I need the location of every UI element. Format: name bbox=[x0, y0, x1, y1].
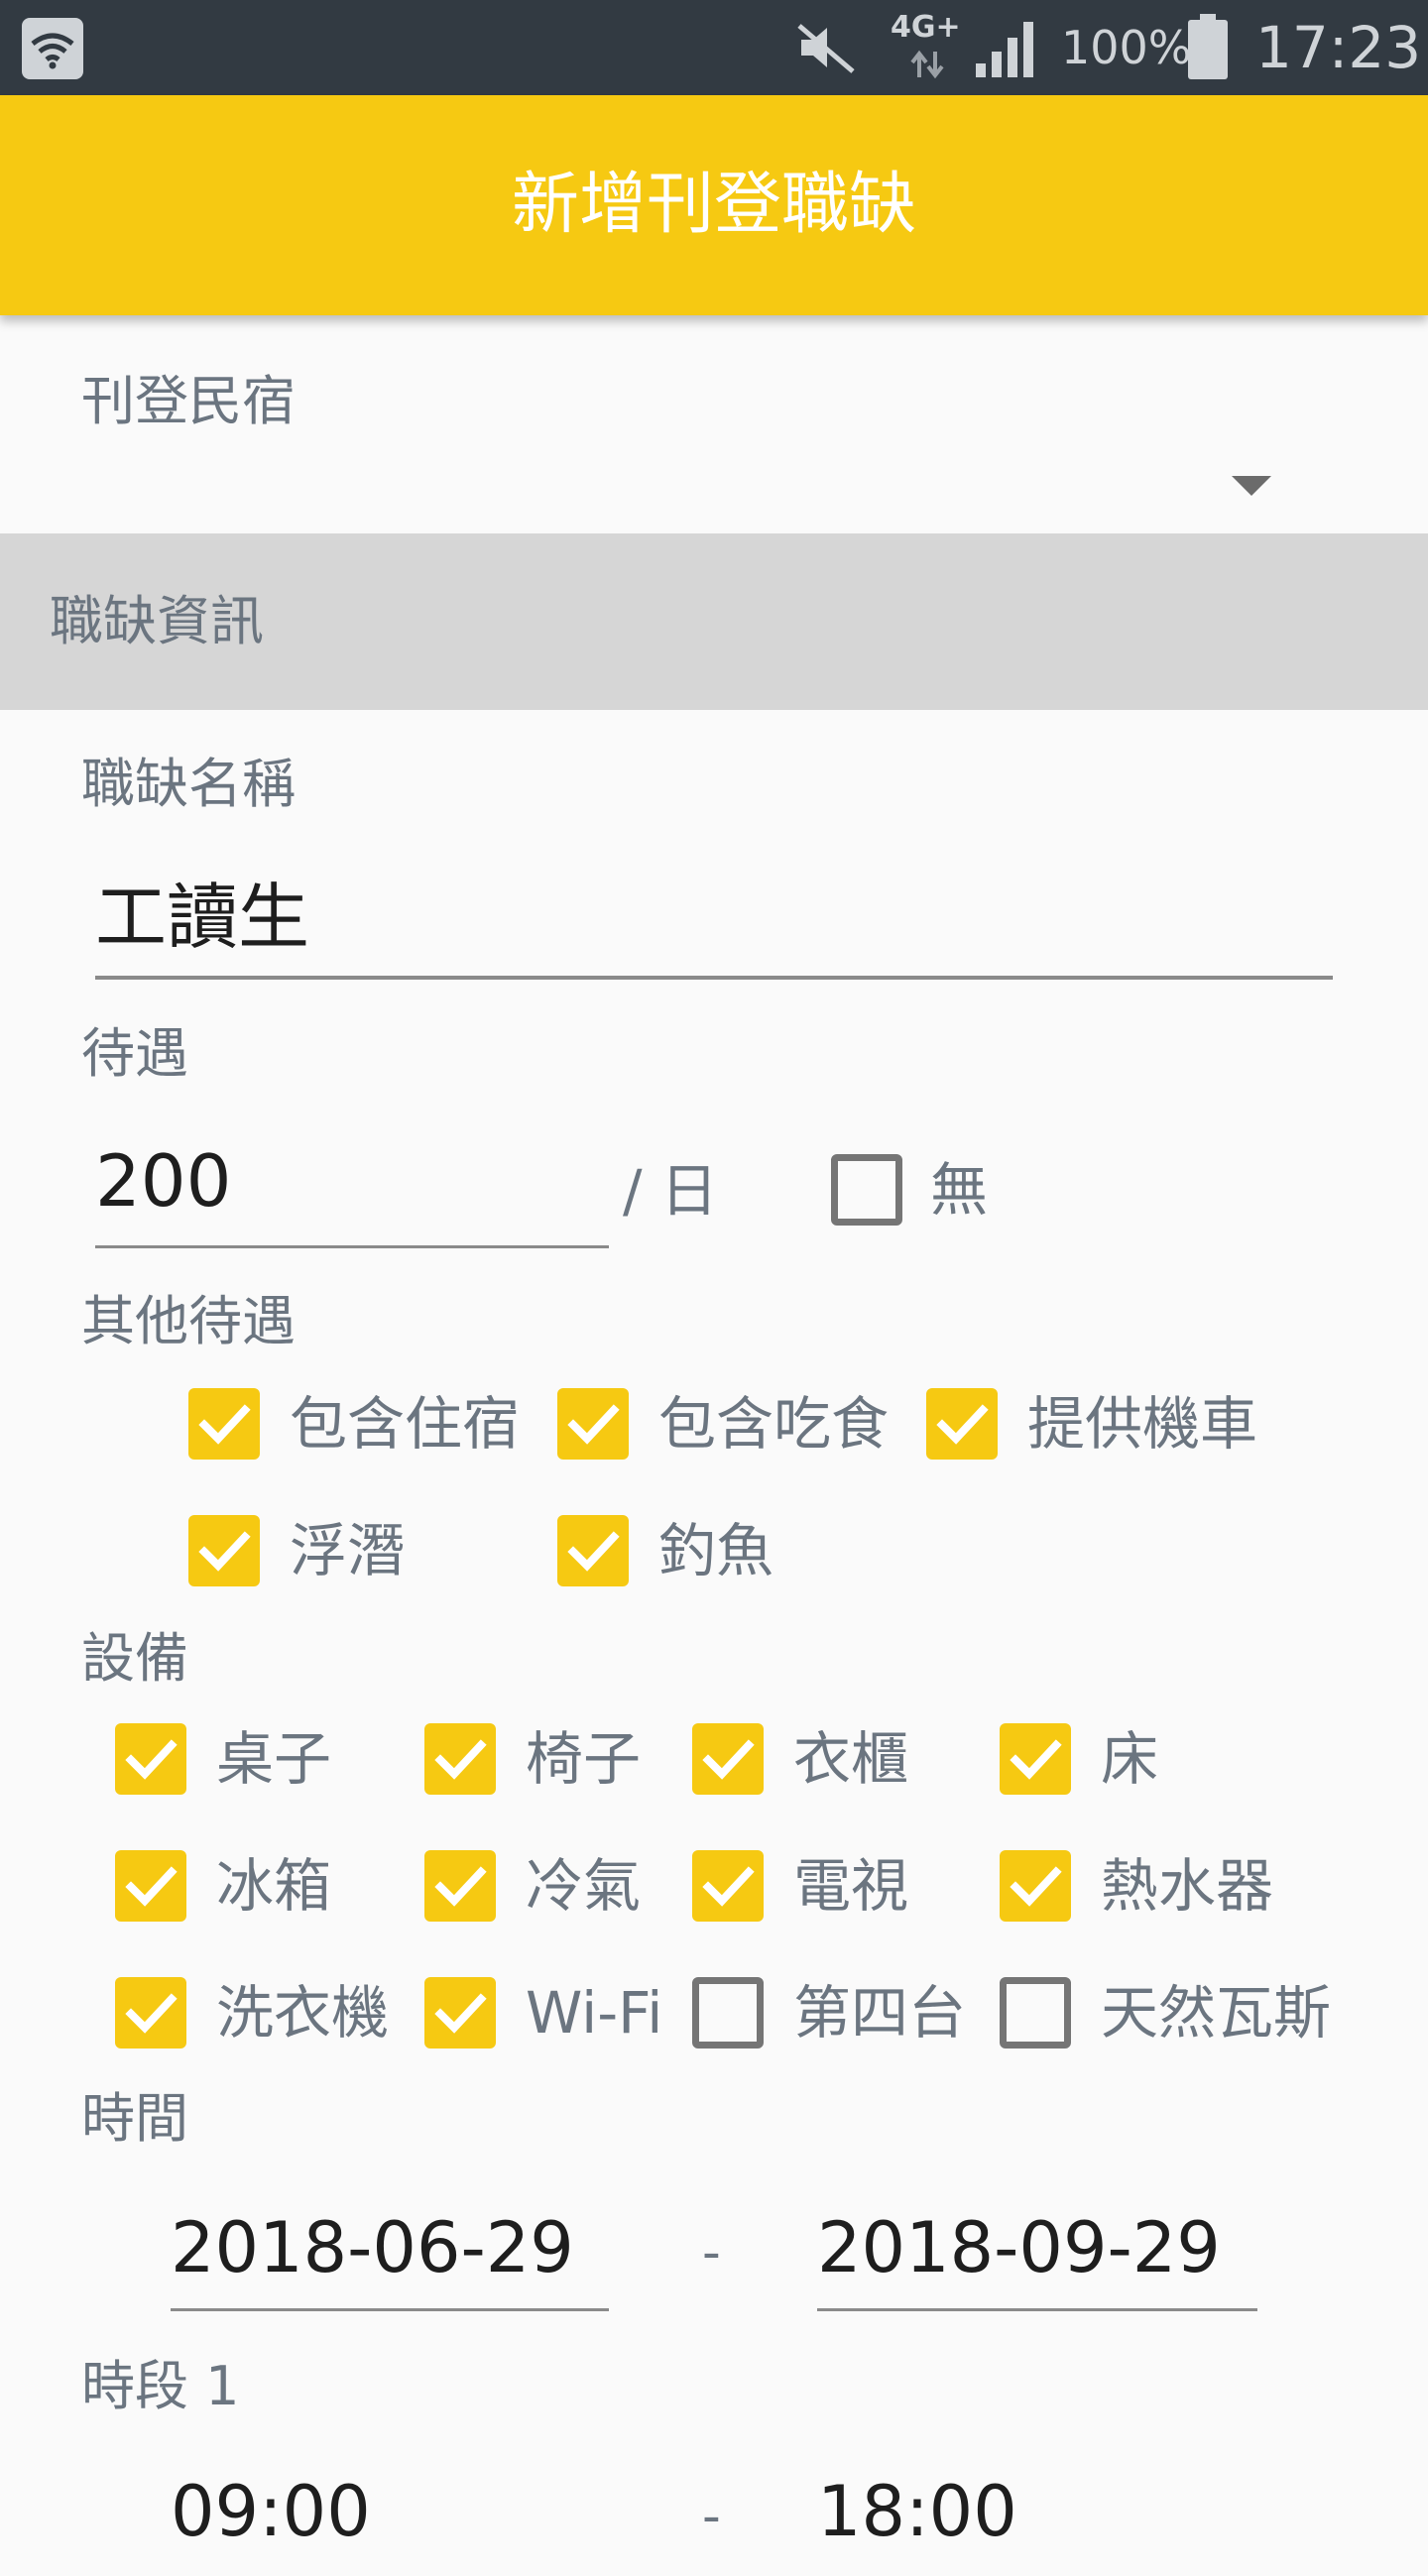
checkbox-checked[interactable] bbox=[188, 1515, 260, 1586]
checkbox-label: 提供機車 bbox=[1027, 1390, 1258, 1458]
period-start-input[interactable]: 2018-06-29 bbox=[171, 2203, 609, 2312]
checkbox-unchecked[interactable] bbox=[692, 1977, 764, 2049]
checkbox-checked[interactable] bbox=[115, 1977, 186, 2049]
checkbox-label: 衣櫃 bbox=[793, 1725, 909, 1793]
data-arrows-icon bbox=[907, 48, 947, 81]
checkbox-label: 第四台 bbox=[793, 1979, 967, 2047]
checkbox-checked[interactable] bbox=[1000, 1850, 1071, 1922]
network-type: 4G+ bbox=[891, 10, 961, 45]
salary-value: 200 bbox=[95, 1139, 232, 1223]
period-end-input[interactable]: 2018-09-29 bbox=[817, 2203, 1257, 2312]
job-name-label: 職缺名稱 bbox=[81, 753, 296, 815]
checkbox-label: 釣魚 bbox=[658, 1517, 774, 1584]
salary-underline bbox=[95, 1245, 609, 1248]
checkbox-checked[interactable] bbox=[188, 1388, 260, 1460]
salary-input[interactable]: 200 bbox=[95, 1136, 609, 1249]
signal-icon bbox=[972, 18, 1041, 79]
section-header: 職缺資訊 bbox=[0, 533, 1428, 710]
homestay-dropdown[interactable] bbox=[81, 436, 1347, 526]
page-title: 新增刊登職缺 bbox=[511, 166, 916, 244]
battery-icon bbox=[1186, 14, 1230, 81]
salary-none-checkbox[interactable] bbox=[831, 1154, 902, 1226]
salary-none-label: 無 bbox=[930, 1156, 989, 1224]
checkbox-unchecked[interactable] bbox=[1000, 1977, 1071, 2049]
checkbox-checked[interactable] bbox=[115, 1723, 186, 1795]
mute-icon bbox=[793, 18, 859, 77]
clock: 17:23 bbox=[1255, 14, 1422, 81]
checkbox-checked[interactable] bbox=[424, 1723, 496, 1795]
checkbox-label: 天然瓦斯 bbox=[1101, 1979, 1332, 2047]
period-start-underline bbox=[171, 2308, 609, 2311]
checkbox-label: Wi-Fi bbox=[526, 1979, 663, 2047]
checkbox-label: 椅子 bbox=[526, 1725, 642, 1793]
checkbox-label: 熱水器 bbox=[1101, 1852, 1274, 1920]
salary-unit: / 日 bbox=[623, 1157, 718, 1225]
checkbox-checked[interactable] bbox=[692, 1723, 764, 1795]
app-bar: 新增刊登職缺 bbox=[0, 95, 1428, 315]
status-bar: 4G+ 100% 17:23 bbox=[0, 0, 1428, 95]
checkbox-checked[interactable] bbox=[1000, 1723, 1071, 1795]
slot1-start-value: 09:00 bbox=[171, 2471, 371, 2552]
checkbox-label: 冰箱 bbox=[216, 1852, 332, 1920]
wifi-icon bbox=[22, 18, 83, 79]
period-end-underline bbox=[817, 2308, 1257, 2311]
checkbox-label: 包含吃食 bbox=[658, 1390, 890, 1458]
checkbox-checked[interactable] bbox=[926, 1388, 998, 1460]
slot1-end-input[interactable]: 18:00 bbox=[817, 2467, 1257, 2552]
benefits-label: 其他待遇 bbox=[81, 1290, 296, 1352]
slot1-end-value: 18:00 bbox=[817, 2471, 1017, 2552]
job-name-underline bbox=[95, 976, 1333, 980]
checkbox-label: 冷氣 bbox=[526, 1852, 642, 1920]
job-name-input[interactable]: 工讀生 bbox=[95, 863, 1333, 980]
job-name-value: 工讀生 bbox=[95, 876, 310, 959]
checkbox-checked[interactable] bbox=[424, 1977, 496, 2049]
period-end-value: 2018-09-29 bbox=[817, 2207, 1221, 2288]
chevron-down-icon bbox=[1232, 476, 1271, 496]
checkbox-label: 包含住宿 bbox=[290, 1390, 521, 1458]
slot1-start-input[interactable]: 09:00 bbox=[171, 2467, 609, 2576]
checkbox-label: 洗衣機 bbox=[216, 1979, 390, 2047]
checkbox-label: 浮潛 bbox=[290, 1517, 406, 1584]
period-label: 時間 bbox=[81, 2087, 188, 2150]
checkbox-label: 床 bbox=[1101, 1725, 1159, 1793]
battery-percent: 100% bbox=[1061, 21, 1192, 74]
checkbox-checked[interactable] bbox=[557, 1515, 629, 1586]
salary-label: 待遇 bbox=[81, 1022, 188, 1085]
checkbox-label: 電視 bbox=[793, 1852, 909, 1920]
checkbox-checked[interactable] bbox=[424, 1850, 496, 1922]
section-title: 職缺資訊 bbox=[50, 590, 264, 652]
homestay-label: 刊登民宿 bbox=[81, 370, 296, 432]
checkbox-label: 桌子 bbox=[216, 1725, 332, 1793]
checkbox-checked[interactable] bbox=[557, 1388, 629, 1460]
period-separator: - bbox=[702, 2223, 721, 2283]
checkbox-checked[interactable] bbox=[692, 1850, 764, 1922]
equipment-label: 設備 bbox=[81, 1627, 188, 1690]
slot1-label: 時段 1 bbox=[81, 2355, 240, 2417]
slot1-separator: - bbox=[702, 2487, 721, 2546]
period-start-value: 2018-06-29 bbox=[171, 2207, 574, 2288]
checkbox-checked[interactable] bbox=[115, 1850, 186, 1922]
